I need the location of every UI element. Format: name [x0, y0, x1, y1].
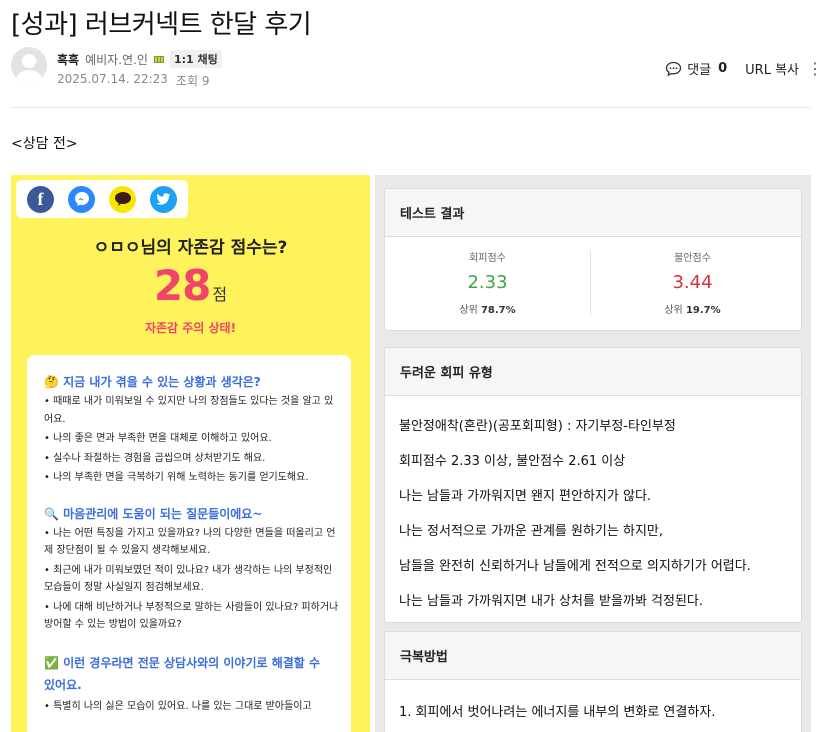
overcome-box: 극복방법 1. 회피에서 벗어나려는 에너지를 내부의 변화로 연결하자. [384, 631, 802, 732]
avatar[interactable] [11, 47, 47, 83]
advice-heading: 🤔 지금 내가 겪을 수 있는 상황과 생각은? [44, 375, 261, 389]
test-result-title: 테스트 결과 [385, 189, 801, 237]
attachment-type-title: 두려운 회피 유형 [385, 348, 801, 396]
url-copy-button[interactable]: URL 복사 [745, 59, 799, 78]
advice-line: • 때때로 내가 미워보일 수 있지만 나의 장점들도 있다는 것을 알고 있어… [44, 396, 334, 425]
score-title: ㅇㅁㅇ님의 자존감 점수는? [93, 238, 288, 258]
advice-heading: ✅ 이런 경우라면 전문 상담사와의 이야기로 해결할 수 있어요. [44, 655, 321, 692]
advice-line: • 나는 어떤 특징을 가지고 있을까요? 나의 다양한 면들을 떠올리고 언제… [44, 527, 336, 557]
attachment-type-body: 불안정애착(혼란)(공포회피형) : 자기부정-타인부정 회피점수 2.33 이… [385, 396, 801, 619]
score-display: 28 점 [11, 261, 370, 310]
advice-line: • 나의 부족한 면을 극복하기 위해 노력하는 동기를 얻기도해요. [44, 472, 309, 483]
magnifier-icon: 🔍 [44, 506, 59, 521]
facebook-icon[interactable]: f [27, 185, 54, 213]
advice-section-situation: 🤔 지금 내가 겪을 수 있는 상황과 생각은? • 때때로 내가 미워보일 수… [44, 373, 351, 487]
view-count: 조회 9 [175, 74, 210, 88]
overcome-line: 1. 회피에서 벗어나려는 에너지를 내부의 변화로 연결하자. [399, 705, 716, 720]
overcome-body: 1. 회피에서 벗어나려는 에너지를 내부의 변화로 연결하자. [385, 680, 801, 730]
anxiety-score: 불안점수 3.44 상위 19.7% [590, 249, 795, 316]
self-esteem-result-image: f ㅇㅁㅇ님의 자존감 점수는? 28 점 자존감 주의 상태! 🤔 지금 내가 … [11, 175, 370, 732]
messenger-icon[interactable] [68, 185, 95, 213]
twitter-icon[interactable] [150, 185, 177, 213]
author-line: 흑흑 예비자.연.인 1:1 채팅 [57, 50, 222, 68]
author-name[interactable]: 흑흑 [57, 51, 79, 68]
chat-button[interactable]: 1:1 채팅 [169, 50, 222, 68]
score-unit: 점 [212, 285, 228, 304]
more-vertical-icon[interactable]: ⋮ [807, 60, 823, 76]
advice-line: • 실수나 좌절하는 경험을 곱씹으며 상처받기도 해요. [44, 452, 266, 464]
comment-count: 0 [718, 61, 728, 76]
comment-icon [666, 61, 682, 76]
type-line: 불안정애착(혼란)(공포회피형) : 자기부정-타인부정 [399, 419, 676, 434]
grade-icon [153, 55, 164, 63]
overcome-title: 극복방법 [385, 632, 801, 680]
thinking-face-icon: 🤔 [44, 375, 59, 389]
avoid-score: 회피점수 2.33 상위 78.7% [385, 249, 590, 316]
advice-line: • 특별히 나의 싫은 모습이 있어요. 나를 있는 그대로 받아들이고 [44, 700, 312, 712]
avatar-body-shape [16, 70, 42, 83]
avoid-score-rank: 상위 78.7% [459, 305, 516, 316]
divider [11, 107, 811, 108]
advice-card: 🤔 지금 내가 겪을 수 있는 상황과 생각은? • 때때로 내가 미워보일 수… [27, 355, 351, 732]
attachment-type-box: 두려운 회피 유형 불안정애착(혼란)(공포회피형) : 자기부정-타인부정 회… [384, 347, 802, 623]
comment-label: 댓글 [687, 63, 712, 78]
score-state: 자존감 주의 상태! [144, 321, 237, 335]
test-result-box: 테스트 결과 회피점수 2.33 상위 78.7% 불안점수 3.44 상위 1… [384, 188, 802, 331]
anxiety-score-value: 3.44 [672, 272, 713, 293]
member-grade: 예비자.연.인 [85, 52, 148, 67]
anxiety-score-rank: 상위 19.7% [664, 305, 721, 316]
post-title: [성과] 러브커넥트 한달 후기 [11, 10, 312, 40]
advice-line: • 최근에 내가 미워보였던 적이 있나요? 내가 생각하는 나의 부정적인 모… [44, 564, 333, 594]
type-line: 나는 남들과 가까워지면 왠지 편안하지가 않다. [399, 489, 652, 504]
advice-line: • 나에 대해 비난하거나 부정적으로 말하는 사람들이 있나요? 피하거나 방… [44, 601, 339, 631]
post-actions: 댓글 0 URL 복사 ⋮ [665, 59, 823, 78]
avoid-score-value: 2.33 [467, 272, 508, 293]
avoid-score-label: 회피점수 [469, 253, 506, 264]
advice-section-questions: 🔍 마음관리에 도움이 되는 질문들이에요~ • 나는 어떤 특징을 가지고 있… [44, 505, 351, 634]
attachment-test-result-image: 테스트 결과 회피점수 2.33 상위 78.7% 불안점수 3.44 상위 1… [375, 175, 811, 732]
score-value: 28 [153, 261, 211, 310]
anxiety-score-label: 불안점수 [674, 253, 711, 264]
type-line: 나는 남들과 가까워지면 내가 상처를 받을까봐 걱정된다. [399, 594, 704, 609]
type-line: 남들을 완전히 신뢰하거나 남들에게 전적으로 의지하기가 어렵다. [399, 559, 751, 574]
avatar-head-shape [22, 54, 36, 68]
kakaotalk-icon[interactable] [109, 185, 136, 213]
share-bar: f [16, 180, 188, 218]
date-line: 2025.07.14. 22:23 조회 9 [57, 72, 209, 89]
comment-button[interactable]: 댓글 0 [665, 59, 727, 78]
advice-section-counseling: ✅ 이런 경우라면 전문 상담사와의 이야기로 해결할 수 있어요. • 특별히… [44, 652, 351, 716]
advice-line: • 나의 좋은 면과 부족한 면을 대체로 이해하고 있어요. [44, 433, 272, 444]
type-line: 회피점수 2.33 이상, 불안점수 2.61 이상 [399, 454, 626, 469]
type-line: 나는 정서적으로 가까운 관계를 원하기는 하지만, [399, 524, 663, 539]
score-columns: 회피점수 2.33 상위 78.7% 불안점수 3.44 상위 19.7% [385, 237, 801, 329]
advice-heading: 🔍 마음관리에 도움이 되는 질문들이에요~ [44, 506, 263, 521]
check-mark-icon: ✅ [44, 655, 59, 670]
section-label: <상담 전> [11, 136, 78, 152]
post-date: 2025.07.14. 22:23 [57, 72, 168, 86]
post-meta: 흑흑 예비자.연.인 1:1 채팅 2025.07.14. 22:23 조회 9… [11, 47, 823, 91]
